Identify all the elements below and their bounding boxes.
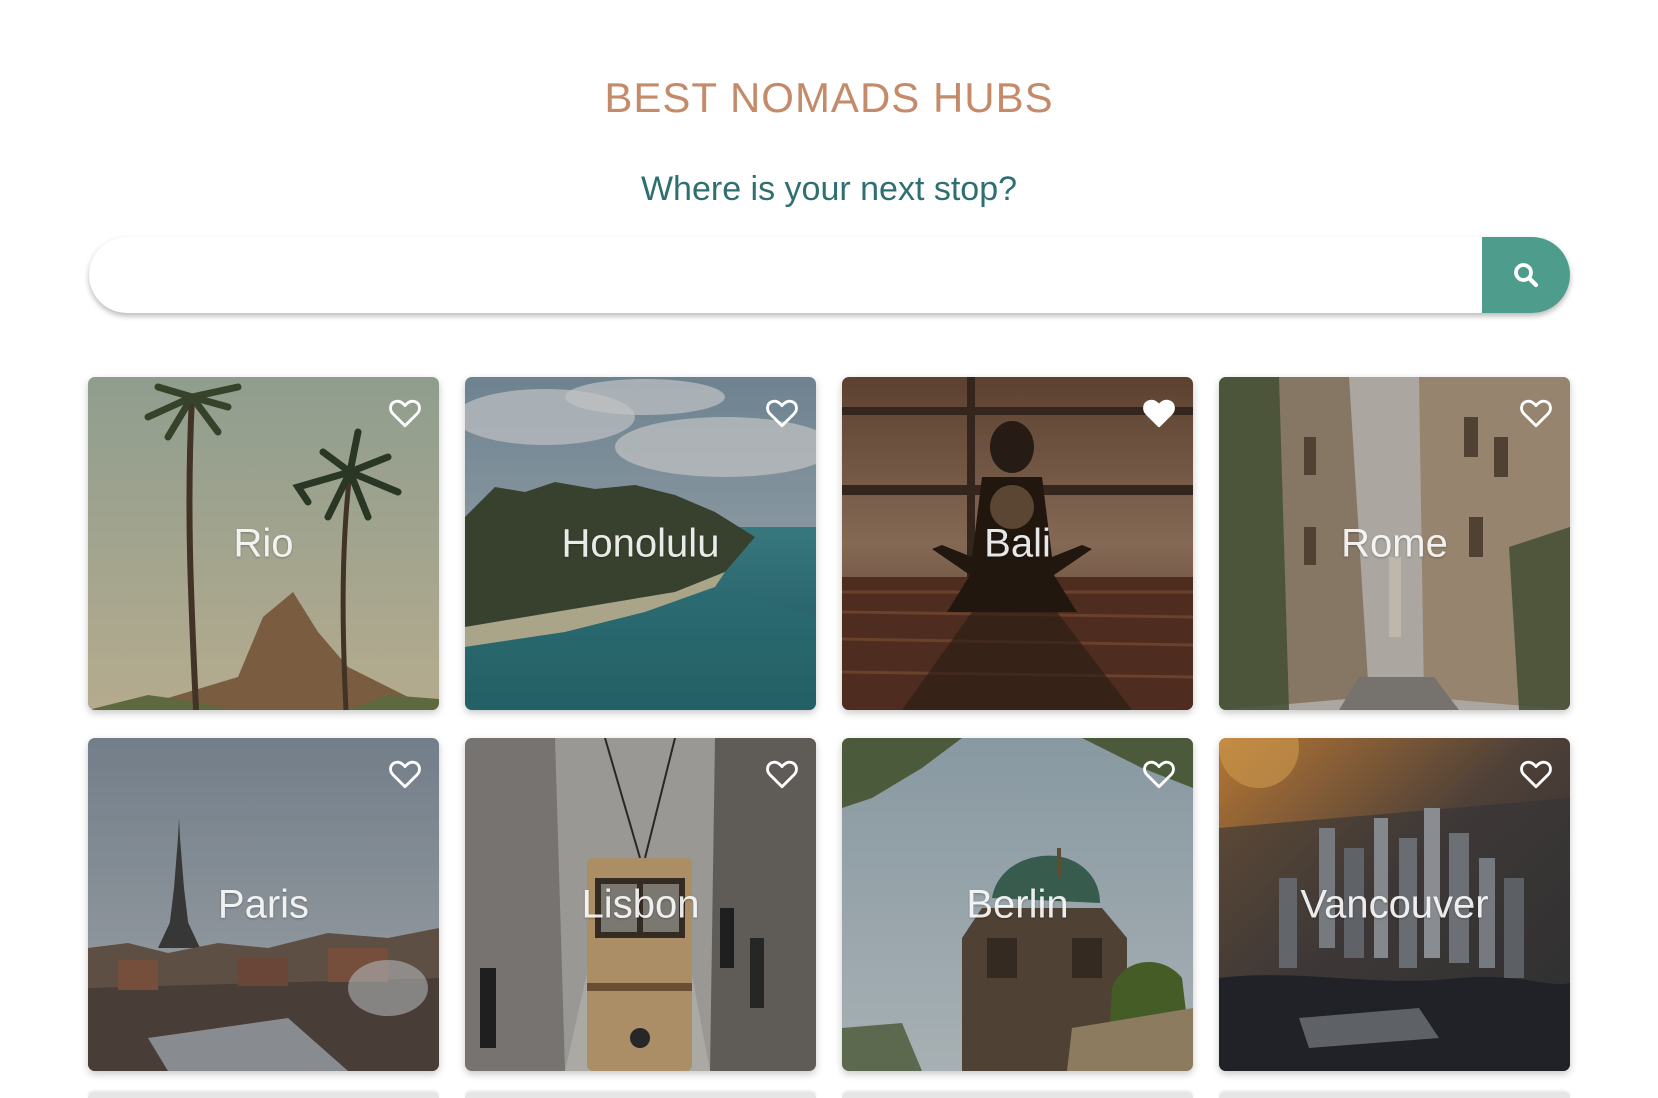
heart-outline-icon [1143, 760, 1175, 789]
city-card-rio[interactable]: Rio [88, 377, 439, 710]
city-card-lisbon[interactable]: Lisbon [465, 738, 816, 1071]
heart-outline-icon [1520, 760, 1552, 789]
search-button[interactable] [1482, 237, 1570, 313]
card-peek [88, 1092, 439, 1098]
city-name: Bali [984, 521, 1051, 565]
favorite-button[interactable] [764, 395, 800, 431]
card-peek [842, 1092, 1193, 1098]
city-name: Rome [1341, 521, 1448, 565]
favorite-button[interactable] [387, 395, 423, 431]
city-name: Berlin [966, 882, 1069, 926]
card-peek [1219, 1092, 1570, 1098]
heart-outline-icon [389, 399, 421, 428]
city-name: Lisbon [581, 882, 700, 926]
favorite-button[interactable] [387, 756, 423, 792]
page-subtitle: Where is your next stop? [640, 170, 1018, 208]
heart-outline-icon [766, 760, 798, 789]
search-input[interactable] [89, 237, 1482, 313]
heart-outline-icon [389, 760, 421, 789]
city-card-vancouver[interactable]: Vancouver [1219, 738, 1570, 1071]
heart-filled-icon [1143, 399, 1175, 428]
favorite-button[interactable] [1518, 395, 1554, 431]
heart-outline-icon [1520, 399, 1552, 428]
search-icon [1514, 263, 1539, 288]
heart-outline-icon [766, 399, 798, 428]
city-card-bali[interactable]: Bali [842, 377, 1193, 710]
city-name: Paris [217, 882, 310, 926]
city-name: Honolulu [561, 521, 720, 565]
city-card-berlin[interactable]: Berlin [842, 738, 1193, 1071]
favorite-button[interactable] [1141, 756, 1177, 792]
city-name: Vancouver [1300, 882, 1489, 926]
favorite-button[interactable] [1518, 756, 1554, 792]
favorite-button[interactable] [764, 756, 800, 792]
page-title: BEST NOMADS HUBS [604, 74, 1054, 121]
city-card-rome[interactable]: Rome [1219, 377, 1570, 710]
city-grid: Rio Honolulu Bali Rome Paris Lisbon Berl… [88, 377, 1571, 1071]
city-card-paris[interactable]: Paris [88, 738, 439, 1071]
favorite-button[interactable] [1141, 395, 1177, 431]
card-peek [465, 1092, 816, 1098]
city-name: Rio [233, 521, 294, 565]
search-bar [89, 237, 1570, 313]
city-card-honolulu[interactable]: Honolulu [465, 377, 816, 710]
